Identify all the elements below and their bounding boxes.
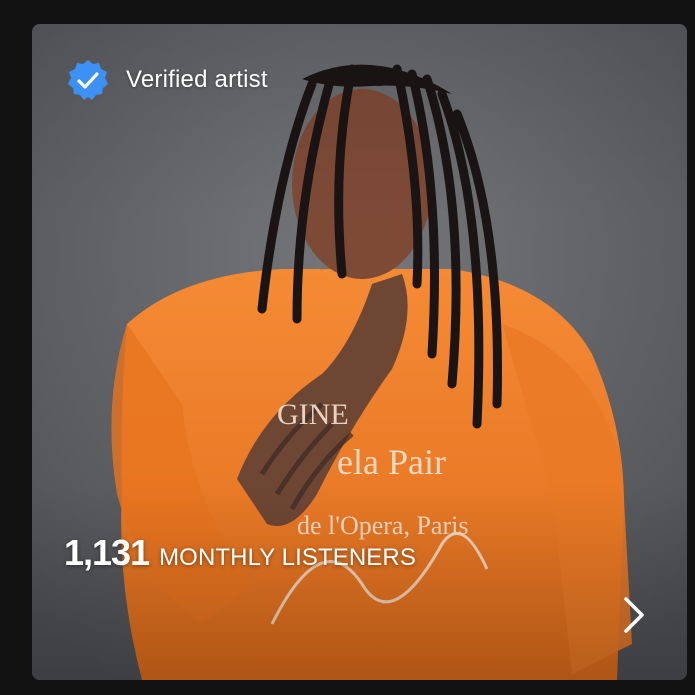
verified-artist-label: Verified artist (126, 66, 268, 93)
verified-artist-badge: Verified artist (66, 58, 268, 102)
verified-badge-icon (68, 60, 108, 100)
chevron-right-icon (624, 597, 644, 633)
monthly-listeners: 1,131 MONTHLY LISTENERS (64, 532, 416, 574)
image-shade-overlay (32, 24, 687, 680)
monthly-listeners-count: 1,131 (64, 532, 150, 573)
next-button[interactable] (614, 590, 654, 640)
monthly-listeners-label: MONTHLY LISTENERS (159, 544, 416, 571)
artist-about-card[interactable]: GINE ela Pair de l'Opera, Paris Verified… (32, 24, 687, 680)
